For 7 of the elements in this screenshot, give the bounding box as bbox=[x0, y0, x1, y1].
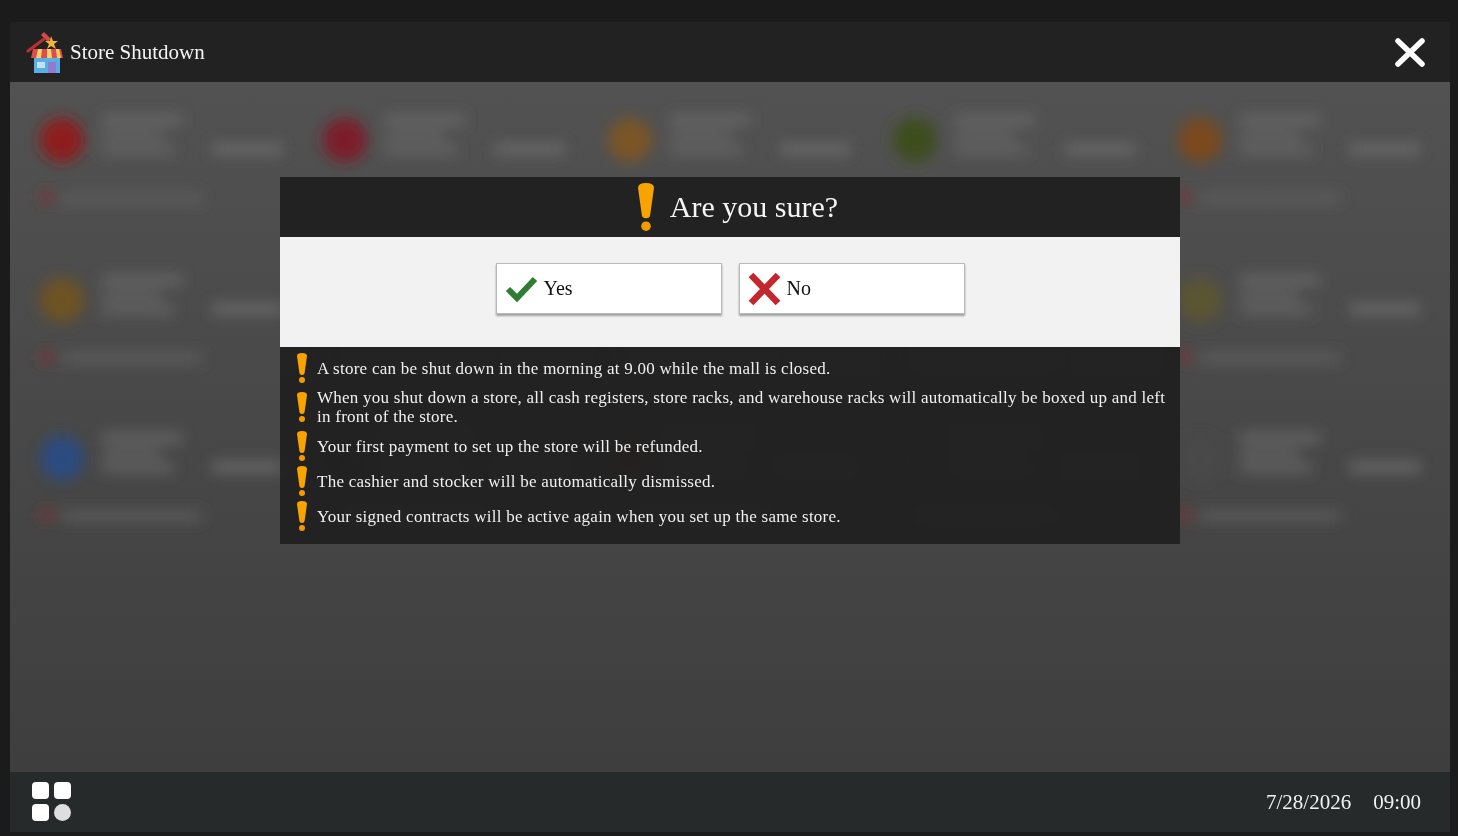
close-button[interactable] bbox=[1395, 37, 1425, 67]
time-text: 09:00 bbox=[1373, 789, 1421, 815]
window-title: Store Shutdown bbox=[70, 39, 205, 65]
date-text: 7/28/2026 bbox=[1266, 789, 1352, 815]
app-grid-icon[interactable] bbox=[32, 782, 72, 822]
close-icon bbox=[1395, 37, 1425, 67]
store-gavel-icon bbox=[24, 31, 63, 73]
